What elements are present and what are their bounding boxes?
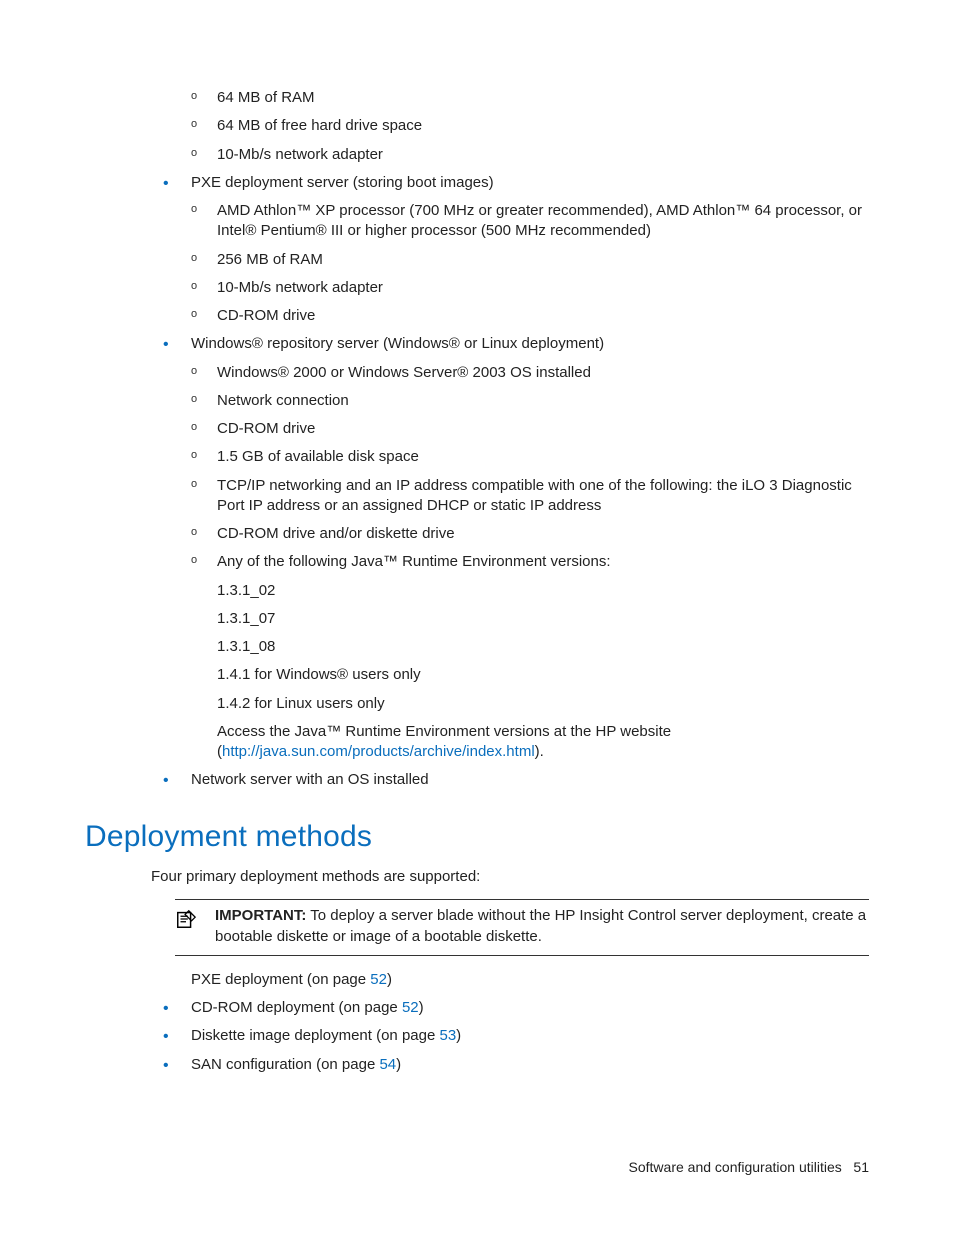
- callout-body: To deploy a server blade without the HP …: [215, 907, 866, 944]
- list-item: Windows® 2000 or Windows Server® 2003 OS…: [191, 363, 869, 383]
- sub-list: 64 MB of RAM 64 MB of free hard drive sp…: [191, 88, 869, 165]
- footer-text: Software and configuration utilities: [629, 1159, 842, 1175]
- requirements-list: 64 MB of RAM 64 MB of free hard drive sp…: [155, 88, 869, 791]
- text: PXE deployment (on page: [191, 971, 370, 988]
- text: 1.4.1 for Windows® users only: [217, 665, 869, 685]
- list-item: CD-ROM drive and/or diskette drive: [191, 524, 869, 544]
- list-item: Any of the following Java™ Runtime Envir…: [191, 552, 869, 762]
- text: ): [456, 1027, 461, 1044]
- page-number: 51: [853, 1159, 869, 1175]
- text: Network connection: [217, 392, 349, 409]
- page-link[interactable]: 52: [402, 999, 419, 1016]
- list-item: 10-Mb/s network adapter: [191, 145, 869, 165]
- java-link-line: Access the Java™ Runtime Environment ver…: [217, 722, 869, 763]
- text: 64 MB of RAM: [217, 89, 315, 106]
- text: ): [396, 1056, 401, 1073]
- version-lines: 1.3.1_02 1.3.1_07 1.3.1_08 1.4.1 for Win…: [217, 581, 869, 763]
- list-item: 1.5 GB of available disk space: [191, 447, 869, 467]
- text: CD-ROM drive: [217, 307, 315, 324]
- text: PXE deployment server (storing boot imag…: [191, 174, 494, 191]
- list-item: CD-ROM drive: [191, 419, 869, 439]
- list-item: PXE deployment (on page 52): [155, 970, 869, 990]
- text: 64 MB of free hard drive space: [217, 117, 422, 134]
- list-item: 64 MB of free hard drive space: [191, 116, 869, 136]
- page-footer: Software and configuration utilities 51: [629, 1158, 869, 1177]
- text: 10-Mb/s network adapter: [217, 146, 383, 163]
- text: SAN configuration (on page: [191, 1056, 379, 1073]
- intro-text: Four primary deployment methods are supp…: [151, 867, 869, 887]
- text: ).: [535, 743, 544, 760]
- sub-list: Windows® 2000 or Windows Server® 2003 OS…: [191, 363, 869, 763]
- list-item: AMD Athlon™ XP processor (700 MHz or gre…: [191, 201, 869, 242]
- list-item: TCP/IP networking and an IP address comp…: [191, 476, 869, 517]
- text: 1.5 GB of available disk space: [217, 448, 419, 465]
- list-item: 10-Mb/s network adapter: [191, 278, 869, 298]
- text: CD-ROM drive: [217, 420, 315, 437]
- text: TCP/IP networking and an IP address comp…: [217, 477, 852, 514]
- list-item: PXE deployment server (storing boot imag…: [155, 173, 869, 327]
- section-heading-deployment-methods: Deployment methods: [85, 817, 869, 858]
- text: Any of the following Java™ Runtime Envir…: [217, 553, 611, 570]
- deployment-methods-list: PXE deployment (on page 52) CD-ROM deplo…: [155, 970, 869, 1075]
- text: CD-ROM deployment (on page: [191, 999, 402, 1016]
- list-item: 64 MB of RAM 64 MB of free hard drive sp…: [155, 88, 869, 165]
- text: ): [419, 999, 424, 1016]
- page-link[interactable]: 54: [379, 1056, 396, 1073]
- callout-label: IMPORTANT:: [215, 907, 306, 924]
- important-callout: IMPORTANT: To deploy a server blade with…: [175, 899, 869, 956]
- list-item: CD-ROM drive: [191, 306, 869, 326]
- text: Windows® 2000 or Windows Server® 2003 OS…: [217, 364, 591, 381]
- list-item: CD-ROM deployment (on page 52): [155, 998, 869, 1018]
- page-link[interactable]: 52: [370, 971, 387, 988]
- text: Diskette image deployment (on page: [191, 1027, 439, 1044]
- text: Network server with an OS installed: [191, 771, 429, 788]
- list-item: 256 MB of RAM: [191, 250, 869, 270]
- text: 256 MB of RAM: [217, 251, 323, 268]
- text: Windows® repository server (Windows® or …: [191, 335, 604, 352]
- list-item: 64 MB of RAM: [191, 88, 869, 108]
- page-link[interactable]: 53: [439, 1027, 456, 1044]
- text: 1.3.1_02: [217, 581, 869, 601]
- list-item: SAN configuration (on page 54): [155, 1055, 869, 1075]
- text: 1.3.1_08: [217, 637, 869, 657]
- java-archive-link[interactable]: http://java.sun.com/products/archive/ind…: [222, 743, 535, 760]
- page: 64 MB of RAM 64 MB of free hard drive sp…: [0, 0, 954, 1235]
- text: ): [387, 971, 392, 988]
- text: 1.3.1_07: [217, 609, 869, 629]
- list-item: Network server with an OS installed: [155, 770, 869, 790]
- list-item: Diskette image deployment (on page 53): [155, 1026, 869, 1046]
- callout-text: IMPORTANT: To deploy a server blade with…: [215, 906, 869, 947]
- important-icon: [175, 906, 215, 936]
- text: AMD Athlon™ XP processor (700 MHz or gre…: [217, 202, 862, 239]
- sub-list: AMD Athlon™ XP processor (700 MHz or gre…: [191, 201, 869, 326]
- text: 10-Mb/s network adapter: [217, 279, 383, 296]
- text: 1.4.2 for Linux users only: [217, 694, 869, 714]
- text: CD-ROM drive and/or diskette drive: [217, 525, 455, 542]
- list-item: Network connection: [191, 391, 869, 411]
- list-item: Windows® repository server (Windows® or …: [155, 334, 869, 762]
